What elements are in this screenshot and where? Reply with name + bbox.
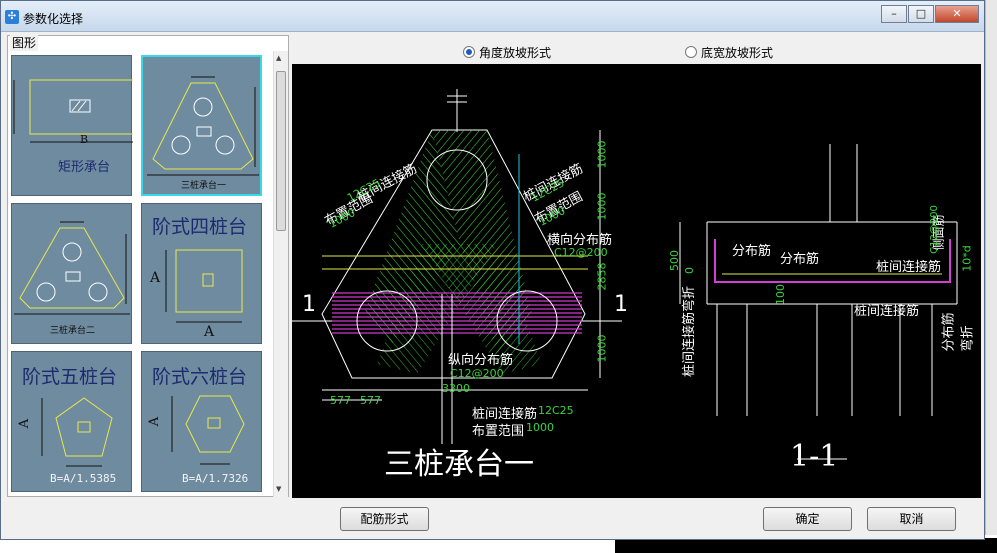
label-bottom-range: 布置范围 — [472, 424, 525, 439]
plan-title: 三桩承台一 — [384, 447, 534, 482]
label-bottom-range-v: 1000 — [526, 421, 554, 434]
thumb-three-pile-1[interactable]: 三桩承台一 — [141, 55, 262, 196]
sec-bend-left: 桩间连接筋弯折 — [682, 285, 698, 378]
radio-selected-icon[interactable] — [463, 46, 475, 58]
sec-side-v: C12@200 — [928, 205, 940, 254]
thumb-rect-label: 矩形承台 — [58, 160, 111, 175]
parametric-select-dialog: ✣ 参数化选择 – □ ✕ 图形 B 矩形承台 三桩承台一 三桩承台二 阶式四桩… — [0, 0, 985, 540]
thumb-three-pile-2[interactable]: 三桩承台二 — [11, 203, 132, 344]
radio-unselected-icon[interactable] — [685, 46, 697, 58]
section-title: 1-1 — [790, 439, 839, 474]
dim-2858: 2858 — [595, 262, 609, 291]
sec-dist-1: 分布筋 — [732, 244, 772, 259]
thumb-step-five-formula: B=A/1.5385 — [50, 472, 117, 485]
minimize-button[interactable]: – — [881, 5, 907, 23]
option-bottom-width-slope[interactable]: 底宽放坡形式 — [685, 44, 773, 61]
dim-577-b: 577 — [360, 394, 381, 407]
background-drawing-area — [615, 538, 997, 553]
maximize-button[interactable]: □ — [908, 5, 934, 23]
thumb-step-six-pile[interactable]: 阶式六桩台 A B=A/1.7326 — [141, 351, 262, 492]
sec-dim-100: 100 — [774, 284, 787, 305]
rebar-form-button[interactable]: 配筋形式 — [340, 507, 429, 531]
dim-577-a: 577 — [330, 394, 351, 407]
drawing-canvas: 三桩承台一 1-1 1 1 桩间连接筋 12C25 布置范围 1000 桩间连接… — [292, 64, 981, 498]
sec-dim-0: 0 — [683, 267, 696, 274]
thumb-three-pile-1-label: 三桩承台一 — [181, 181, 227, 191]
sec-dim-500: 500 — [668, 250, 681, 271]
ok-button[interactable]: 确定 — [763, 507, 852, 531]
thumb-step-four-dim-b: A — [204, 324, 215, 340]
window-title: 参数化选择 — [23, 12, 84, 26]
step-four-pile-icon — [165, 249, 243, 323]
thumb-rect-dim: B — [80, 133, 89, 146]
title-bar[interactable]: ✣ 参数化选择 – □ ✕ — [1, 1, 984, 32]
shape-list-scrollbar[interactable]: ▲ ▼ — [273, 51, 288, 497]
thumb-step-six-formula: B=A/1.7326 — [182, 472, 249, 485]
option-angle-slope-label: 角度放坡形式 — [479, 46, 552, 60]
section-mark-left: 1 — [302, 292, 316, 317]
thumb-step-six-dim: A — [147, 416, 163, 427]
label-bottom-rebar-v: 12C25 — [538, 404, 574, 417]
sec-dist-2: 分布筋 — [780, 252, 820, 267]
scroll-down-icon[interactable]: ▼ — [276, 485, 281, 493]
dim-1000-top: 1000 — [595, 140, 609, 169]
thumb-step-four-dim-a: A — [150, 270, 161, 286]
thumb-step-five-dim: A — [17, 418, 33, 429]
sec-pile: 桩间连接筋 — [876, 260, 942, 275]
sec-bend-right: 分布筋弯折 — [941, 312, 976, 352]
label-v-dist-v: C12@200 — [450, 367, 504, 380]
dim-1000-mid: 1000 — [595, 192, 609, 221]
thumb-step-five-pile[interactable]: 阶式五桩台 A B=A/1.5385 — [11, 351, 132, 492]
label-h-dist-v: C12@200 — [554, 246, 608, 259]
cad-drawing — [292, 89, 958, 460]
scroll-up-icon[interactable]: ▲ — [276, 54, 281, 62]
dim-3300: 3300 — [442, 382, 470, 395]
option-angle-slope[interactable]: 角度放坡形式 — [463, 44, 551, 61]
label-v-dist: 纵向分布筋 — [448, 353, 514, 368]
app-icon: ✣ — [5, 10, 19, 24]
thumb-step-four-pile[interactable]: 阶式四桩台 A A — [141, 203, 262, 344]
thumb-three-pile-2-label: 三桩承台二 — [50, 326, 96, 336]
background-app-edge — [985, 0, 997, 553]
section-mark-right: 1 — [614, 292, 628, 317]
rect-cap-icon — [13, 79, 133, 143]
cancel-button[interactable]: 取消 — [867, 507, 956, 531]
sec-pile-2: 桩间连接筋 — [854, 304, 920, 319]
shape-group-title: 图形 — [10, 34, 39, 51]
sec-10d: 10*d — [960, 245, 974, 272]
option-bottom-width-label: 底宽放坡形式 — [701, 46, 774, 60]
thumb-rect-cap[interactable]: B 矩形承台 — [11, 55, 133, 196]
close-button[interactable]: ✕ — [935, 5, 979, 23]
three-pile-cap-icon — [147, 76, 259, 176]
scrollbar-thumb[interactable] — [276, 71, 286, 231]
dim-1000-bot: 1000 — [595, 334, 609, 363]
